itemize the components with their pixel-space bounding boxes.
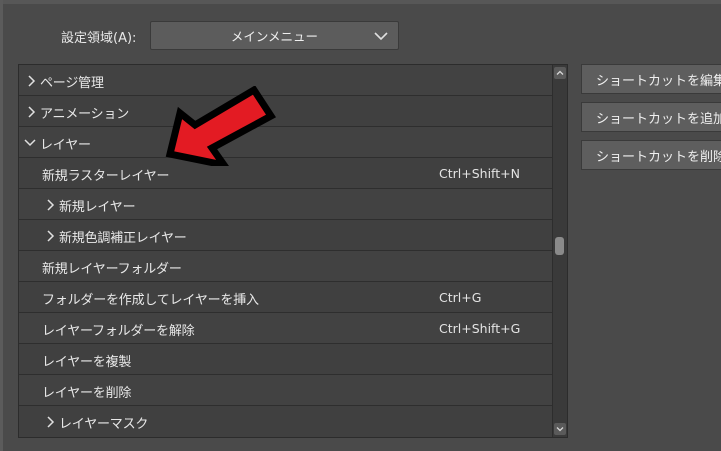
tree-row-new-layer-folder[interactable]: 新規レイヤーフォルダー <box>19 251 553 282</box>
chevron-up-icon <box>556 70 564 75</box>
pointer-arrow-annotation <box>165 86 277 166</box>
window-left-edge <box>0 0 3 451</box>
tree-row-label: 新規ラスターレイヤー <box>42 169 170 184</box>
chevron-down-icon[interactable] <box>24 139 36 147</box>
scroll-up-button[interactable] <box>554 67 566 79</box>
tree-row-label: 新規レイヤーフォルダー <box>42 262 182 277</box>
tree-row-label: レイヤーを削除 <box>42 386 132 401</box>
shortcut-key: Ctrl+G <box>439 290 482 305</box>
tree-row-label: アニメーション <box>40 107 130 122</box>
tree-row-page-management[interactable]: ページ管理 <box>19 65 553 96</box>
tree-row-label: 新規レイヤー <box>59 200 136 215</box>
chevron-right-icon[interactable] <box>47 199 55 211</box>
chevron-right-icon[interactable] <box>28 106 36 118</box>
tree-row-label: レイヤーマスク <box>59 417 149 432</box>
shortcut-tree-list[interactable]: ページ管理 アニメーション レイヤー 新規ラスターレイヤー Ctrl+Shift… <box>18 64 568 438</box>
tree-row-delete-layer[interactable]: レイヤーを削除 <box>19 375 553 406</box>
arrow-icon <box>165 86 277 166</box>
tree-row-label: レイヤー <box>40 138 91 153</box>
settings-area-dropdown[interactable]: メインメニュー <box>150 21 399 50</box>
vertical-scrollbar[interactable] <box>552 65 567 437</box>
edit-shortcut-button[interactable]: ショートカットを編集 <box>581 64 721 94</box>
chevron-right-icon[interactable] <box>47 416 55 428</box>
tree-row-layer[interactable]: レイヤー <box>19 127 553 158</box>
window-top-edge <box>0 0 721 4</box>
shortcut-key: Ctrl+Shift+N <box>439 166 520 181</box>
delete-shortcut-button[interactable]: ショートカットを削除 <box>581 140 721 170</box>
chevron-right-icon[interactable] <box>47 230 55 242</box>
tree-row-new-adjustment-layer[interactable]: 新規色調補正レイヤー <box>19 220 553 251</box>
tree-row-new-raster-layer[interactable]: 新規ラスターレイヤー Ctrl+Shift+N <box>19 158 553 189</box>
add-shortcut-button[interactable]: ショートカットを追加 <box>581 102 721 132</box>
settings-area-value: メインメニュー <box>230 29 319 44</box>
chevron-right-icon[interactable] <box>28 75 36 87</box>
scrollbar-thumb[interactable] <box>555 237 564 255</box>
settings-area-label: 設定領域(A): <box>61 31 137 46</box>
tree-row-label: レイヤーを複製 <box>42 355 132 370</box>
chevron-down-icon <box>556 427 564 432</box>
tree-row-release-folder[interactable]: レイヤーフォルダーを解除 Ctrl+Shift+G <box>19 313 553 344</box>
tree-row-label: 新規色調補正レイヤー <box>59 231 187 246</box>
tree-row-create-folder-insert[interactable]: フォルダーを作成してレイヤーを挿入 Ctrl+G <box>19 282 553 313</box>
tree-row-label: レイヤーフォルダーを解除 <box>42 324 195 339</box>
tree-row-duplicate-layer[interactable]: レイヤーを複製 <box>19 344 553 375</box>
tree-row-label: ページ管理 <box>40 76 104 91</box>
tree-row-label: フォルダーを作成してレイヤーを挿入 <box>42 293 259 308</box>
shortcut-key: Ctrl+Shift+G <box>439 321 521 336</box>
chevron-down-icon <box>374 32 388 41</box>
scroll-down-button[interactable] <box>554 423 566 435</box>
tree-row-animation[interactable]: アニメーション <box>19 96 553 127</box>
tree-row-new-layer[interactable]: 新規レイヤー <box>19 189 553 220</box>
tree-row-layer-mask[interactable]: レイヤーマスク <box>19 406 553 437</box>
